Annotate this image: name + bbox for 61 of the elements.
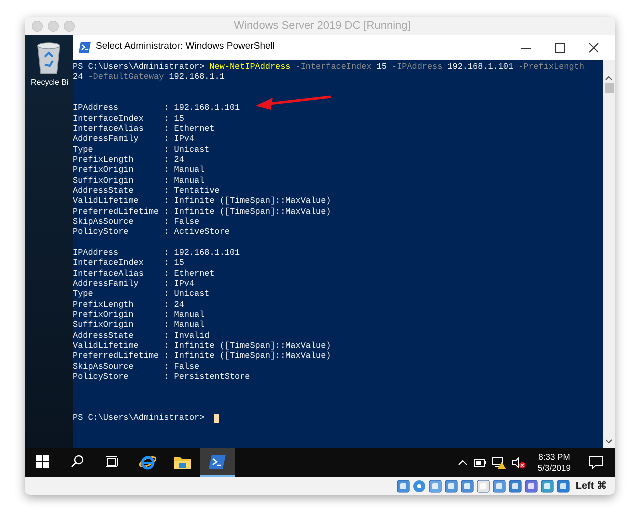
prompt-text: PS C:\Users\Administrator> xyxy=(73,62,206,72)
output-line: AddressFamily : IPv4 xyxy=(73,134,195,145)
scroll-thumb[interactable] xyxy=(604,83,614,93)
output-line: PrefixOrigin : Manual xyxy=(73,310,205,320)
argument-text: 192.168.1.101 xyxy=(446,62,514,72)
parameter-text: -PrefixLength xyxy=(518,62,584,72)
output-line: IPAddress : 192.168.1.101 xyxy=(73,103,240,114)
output-line: Type : Unicast xyxy=(73,289,210,300)
output-line: IPAddress : 192.168.1.101 xyxy=(73,248,240,258)
output-line: PreferredLifetime : Infinite ([TimeSpan]::MaxValue) xyxy=(73,351,332,362)
output-line: InterfaceAlias : Ethernet xyxy=(73,124,215,134)
windows-logo-icon xyxy=(36,455,49,468)
desktop-icon-label[interactable]: Recycle Bi xyxy=(25,77,69,89)
battery-icon[interactable] xyxy=(474,458,486,466)
output-line: AddressState : Invalid xyxy=(73,330,210,341)
output-line: ValidLifetime : Infinite ([TimeSpan]::MaxValue) xyxy=(73,196,332,207)
scroll-down-icon[interactable] xyxy=(605,439,613,445)
output-line: PolicyStore : PersistentStore xyxy=(73,372,250,382)
output-line: AddressState : Tentative xyxy=(73,186,220,196)
prompt-text: PS C:\Users\Administrator> xyxy=(73,413,206,424)
powershell-icon xyxy=(79,42,91,53)
output-line: PrefixLength : 24 xyxy=(73,154,184,166)
window-title: Select Administrator: Windows PowerShell xyxy=(96,40,275,54)
notification-icon[interactable] xyxy=(589,456,603,469)
output-line: ValidLifetime : Infinite ([TimeSpan]::MaxValue) xyxy=(73,340,332,352)
search-icon xyxy=(71,455,84,468)
chevron-up-icon[interactable] xyxy=(458,459,468,466)
output-line: PrefixOrigin : Manual xyxy=(73,165,205,176)
output-line: PreferredLifetime : Infinite ([TimeSpan]::MaxValue) xyxy=(73,206,332,217)
argument-text: 15 xyxy=(376,62,387,72)
parameter-text: -IPAddress xyxy=(391,62,443,72)
output-line: SkipAsSource : False xyxy=(73,362,200,372)
parameter-text: -InterfaceIndex xyxy=(294,62,372,72)
output-line: InterfaceIndex : 15 xyxy=(73,258,184,269)
output-line: InterfaceAlias : Ethernet xyxy=(73,268,215,279)
argument-text: 192.168.1.1 xyxy=(168,72,225,83)
window-title: Windows Server 2019 DC [Running] xyxy=(234,18,411,34)
output-line: SkipAsSource : False xyxy=(73,216,200,228)
optical-disc-icon[interactable] xyxy=(412,480,426,492)
text-cursor xyxy=(214,414,219,423)
maximize-icon[interactable] xyxy=(555,42,565,52)
scroll-up-icon[interactable] xyxy=(605,75,613,81)
parameter-text: -DefaultGateway xyxy=(87,72,164,83)
output-line: PolicyStore : ActiveStore xyxy=(73,227,230,238)
scrollbar[interactable] xyxy=(603,60,615,448)
powershell-icon xyxy=(209,454,226,468)
output-line: AddressFamily : IPv4 xyxy=(73,278,195,290)
folder-icon xyxy=(174,454,191,468)
output-line: Type : Unicast xyxy=(73,144,210,155)
muted-speaker-icon[interactable] xyxy=(512,456,526,468)
argument-text: 24 xyxy=(73,72,84,83)
network-warning-icon[interactable] xyxy=(492,456,506,468)
output-line: SuffixOrigin : Manual xyxy=(73,320,205,331)
task-view-icon xyxy=(106,456,120,468)
clock[interactable]: 8:33 PM 5/3/2019 xyxy=(532,452,577,474)
output-line: InterfaceIndex : 15 xyxy=(73,114,184,124)
output-line: SuffixOrigin : Manual xyxy=(73,176,205,186)
output-line: PrefixLength : 24 xyxy=(73,300,184,310)
command-text: New-NetIPAddress xyxy=(210,62,291,72)
close-icon[interactable] xyxy=(589,42,599,52)
host-key-label: Left ⌘ xyxy=(576,480,607,494)
